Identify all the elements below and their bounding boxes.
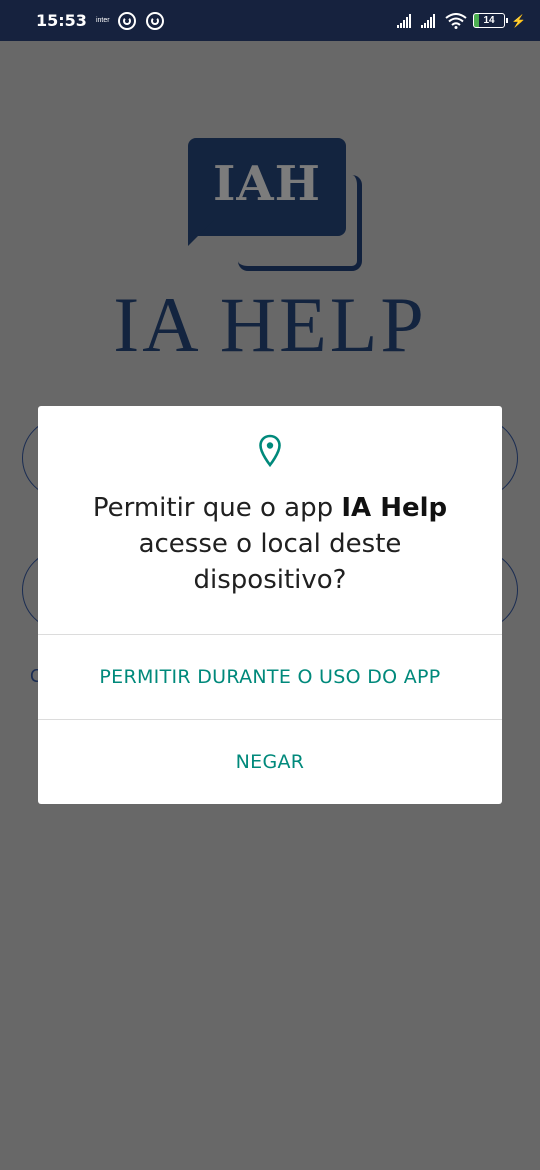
message-app-name: IA Help xyxy=(341,493,448,523)
app-notification-icon xyxy=(117,11,136,30)
message-prefix: Permitir que o app xyxy=(92,493,342,523)
wifi-icon xyxy=(445,12,467,29)
permission-dialog: Permitir que o app IA Help acesse o loca… xyxy=(38,406,502,804)
allow-while-using-button[interactable]: PERMITIR DURANTE O USO DO APP xyxy=(38,635,502,719)
status-bar: 15:53 inter 14 ⚡ xyxy=(0,0,540,41)
battery-level: 14 xyxy=(483,15,495,26)
battery-icon: 14 xyxy=(473,13,509,28)
app-notification-icon xyxy=(145,11,164,30)
dialog-message: Permitir que o app IA Help acesse o loca… xyxy=(78,490,462,598)
app-logo: IAH IA HELP xyxy=(0,130,540,370)
message-suffix: acesse o local deste dispositivo? xyxy=(138,529,402,595)
logo-text: IA HELP xyxy=(113,281,427,368)
deny-button[interactable]: NEGAR xyxy=(38,720,502,804)
logo-mark: IAH xyxy=(212,156,322,212)
status-time: 15:53 xyxy=(36,11,87,30)
logo-bubble-tail xyxy=(188,220,214,246)
charging-icon: ⚡ xyxy=(511,13,526,28)
status-carrier: inter xyxy=(95,17,110,24)
signal-icon xyxy=(397,13,412,28)
signal-icon xyxy=(421,13,436,28)
location-pin-icon xyxy=(259,434,281,468)
